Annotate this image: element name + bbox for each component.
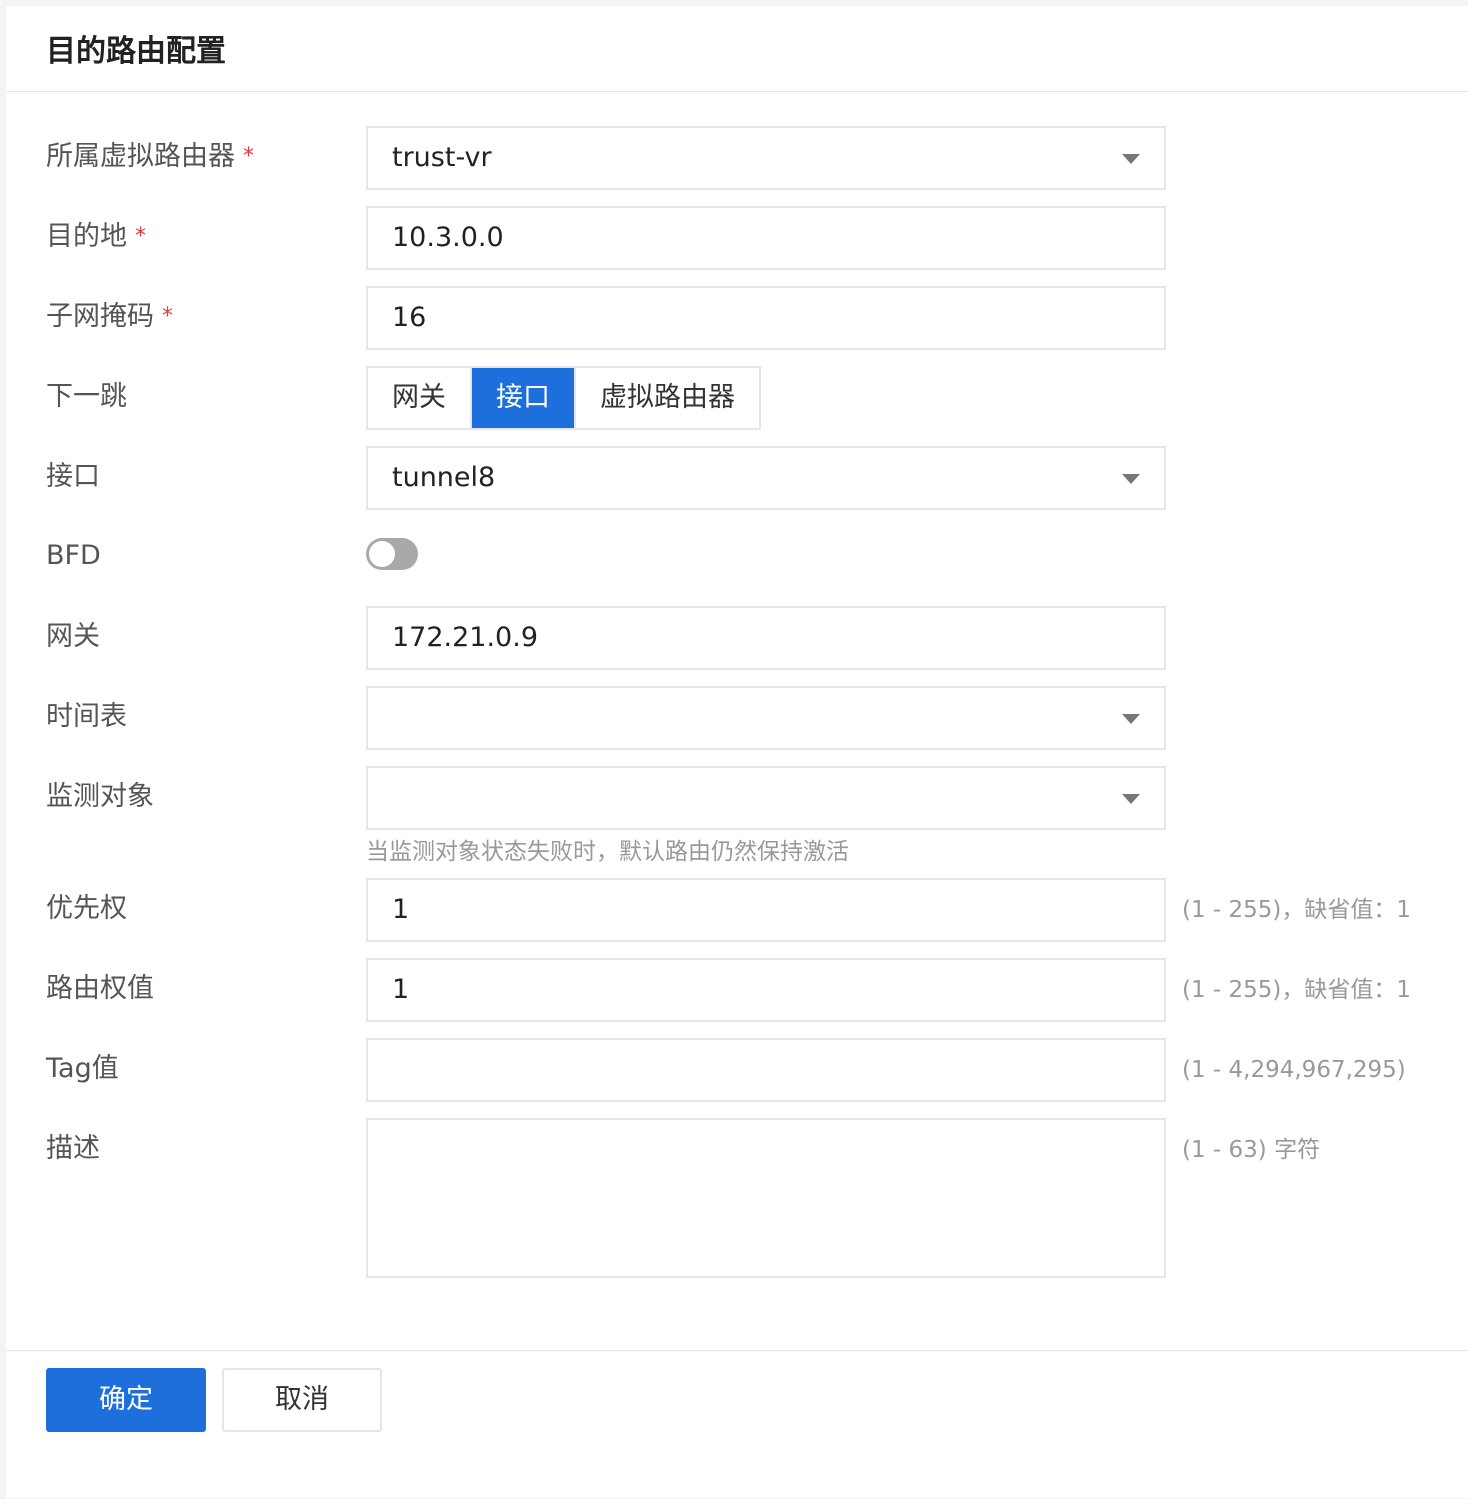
chevron-down-icon[interactable] <box>1122 154 1140 164</box>
description-textarea[interactable] <box>366 1118 1166 1278</box>
route-weight-label: 路由权值 <box>46 973 154 1004</box>
bfd-toggle[interactable] <box>366 538 418 570</box>
tag-hint: (1 - 4,294,967,295) <box>1182 1057 1406 1083</box>
schedule-select[interactable] <box>366 686 1166 750</box>
gateway-label: 网关 <box>46 621 100 652</box>
virtual-router-label: 所属虚拟路由器 * <box>46 141 254 172</box>
interface-value: tunnel8 <box>392 462 496 493</box>
confirm-button[interactable]: 确定 <box>46 1368 206 1432</box>
virtual-router-select[interactable]: trust-vr <box>366 126 1166 190</box>
gateway-input[interactable]: 172.21.0.9 <box>366 606 1166 670</box>
dialog-header: 目的路由配置 <box>6 6 1468 92</box>
description-label: 描述 <box>46 1133 100 1164</box>
virtual-router-value: trust-vr <box>392 142 492 173</box>
chevron-down-icon[interactable] <box>1122 714 1140 724</box>
required-mark: * <box>162 304 173 329</box>
interface-label: 接口 <box>46 461 100 492</box>
next-hop-segmented-control: 网关 接口 虚拟路由器 <box>366 366 761 430</box>
next-hop-option-interface[interactable]: 接口 <box>472 368 576 428</box>
priority-label: 优先权 <box>46 893 127 924</box>
monitor-label: 监测对象 <box>46 781 154 812</box>
destination-input[interactable]: 10.3.0.0 <box>366 206 1166 270</box>
dialog-title: 目的路由配置 <box>46 34 226 69</box>
tag-input[interactable] <box>366 1038 1166 1102</box>
interface-select[interactable]: tunnel8 <box>366 446 1166 510</box>
route-weight-hint: (1 - 255)，缺省值：1 <box>1182 977 1412 1003</box>
next-hop-option-virtual-router[interactable]: 虚拟路由器 <box>576 368 759 428</box>
subnet-mask-input[interactable]: 16 <box>366 286 1166 350</box>
dialog-footer: 确定 取消 <box>6 1350 1468 1499</box>
next-hop-option-gateway[interactable]: 网关 <box>368 368 472 428</box>
required-mark: * <box>243 144 254 169</box>
priority-hint: (1 - 255)，缺省值：1 <box>1182 897 1412 923</box>
chevron-down-icon[interactable] <box>1122 474 1140 484</box>
schedule-label: 时间表 <box>46 701 127 732</box>
monitor-select[interactable] <box>366 766 1166 830</box>
description-hint: (1 - 63) 字符 <box>1182 1137 1321 1163</box>
toggle-knob <box>369 541 395 567</box>
subnet-mask-label: 子网掩码 * <box>46 301 173 332</box>
required-mark: * <box>135 224 146 249</box>
route-weight-input[interactable]: 1 <box>366 958 1166 1022</box>
destination-label: 目的地 * <box>46 221 146 252</box>
chevron-down-icon[interactable] <box>1122 794 1140 804</box>
route-config-dialog: 目的路由配置 所属虚拟路由器 * trust-vr 目的地 * 10.3.0.0 子… <box>6 6 1468 1498</box>
tag-label: Tag值 <box>46 1053 119 1084</box>
cancel-button[interactable]: 取消 <box>222 1368 382 1432</box>
monitor-hint: 当监测对象状态失败时，默认路由仍然保持激活 <box>366 839 849 865</box>
next-hop-label: 下一跳 <box>46 381 127 412</box>
priority-input[interactable]: 1 <box>366 878 1166 942</box>
bfd-label: BFD <box>46 540 101 571</box>
